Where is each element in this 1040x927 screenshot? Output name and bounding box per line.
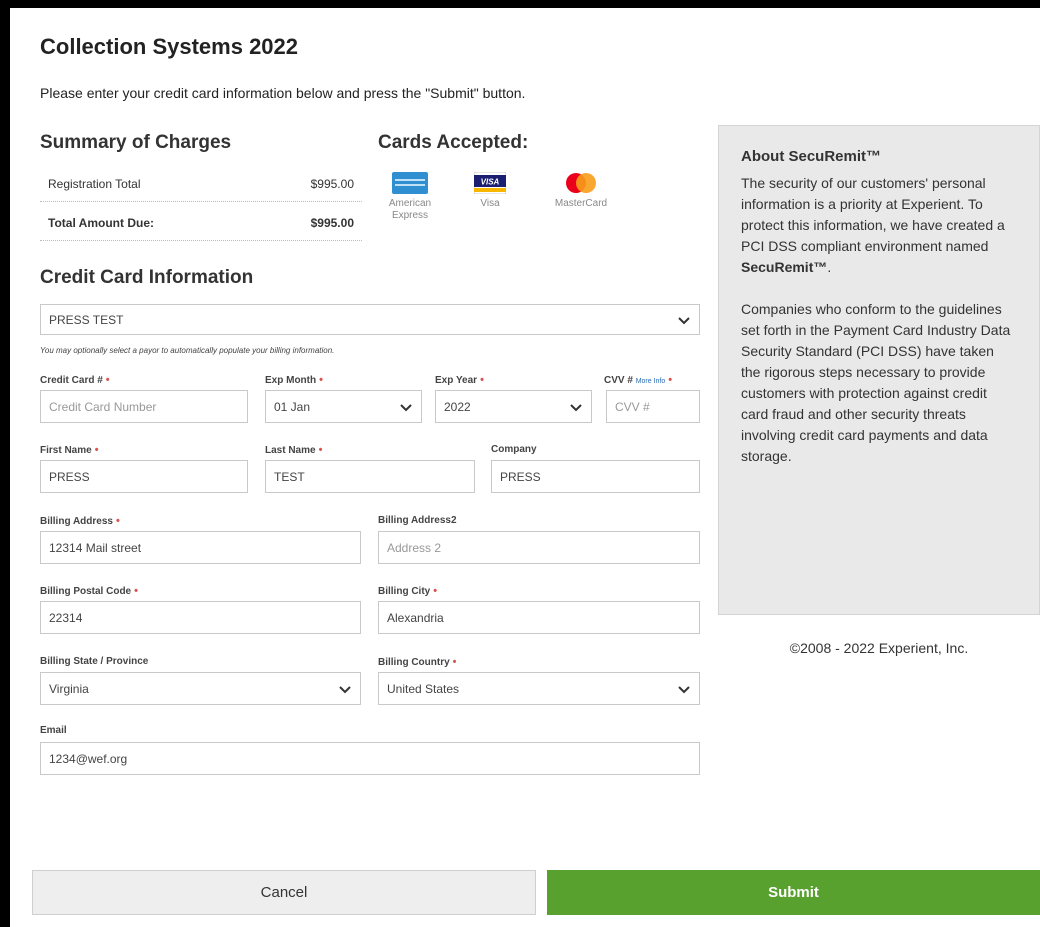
company-label: Company bbox=[491, 444, 537, 455]
exp-month-value: 01 Jan bbox=[274, 399, 311, 414]
summary-label: Total Amount Due: bbox=[48, 216, 154, 230]
summary-row-total: Total Amount Due: $995.00 bbox=[40, 205, 362, 241]
company-input[interactable]: PRESS bbox=[491, 460, 700, 493]
billing-country-select[interactable]: United States bbox=[378, 672, 700, 705]
payment-page: Collection Systems 2022 Please enter you… bbox=[10, 8, 1040, 927]
summary-heading: Summary of Charges bbox=[40, 132, 232, 153]
card-amex: American Express bbox=[380, 172, 440, 222]
chevron-down-icon bbox=[339, 685, 351, 693]
last-name-label: Last Name • bbox=[265, 444, 323, 456]
billing-address-label: Billing Address • bbox=[40, 515, 120, 527]
card-name: MasterCard bbox=[554, 198, 608, 209]
about-paragraph-2: Companies who conform to the guidelines … bbox=[741, 301, 1011, 464]
exp-year-value: 2022 bbox=[444, 399, 471, 414]
billing-address-input[interactable]: 12314 Mail street bbox=[40, 531, 361, 564]
card-mastercard: MasterCard bbox=[545, 172, 617, 210]
payor-select[interactable]: PRESS TEST bbox=[40, 304, 700, 335]
billing-address2-label: Billing Address2 bbox=[378, 515, 457, 526]
billing-postal-input[interactable]: 22314 bbox=[40, 601, 361, 634]
about-paragraph-1: The security of our customers' personal … bbox=[741, 175, 1005, 275]
exp-month-label: Exp Month • bbox=[265, 374, 323, 386]
billing-postal-label: Billing Postal Code • bbox=[40, 585, 138, 597]
billing-address2-input[interactable]: Address 2 bbox=[378, 531, 700, 564]
submit-button[interactable]: Submit bbox=[547, 870, 1040, 915]
chevron-down-icon bbox=[678, 685, 690, 693]
email-input[interactable]: 1234@wef.org bbox=[40, 742, 700, 775]
billing-country-label: Billing Country • bbox=[378, 656, 457, 668]
billing-country-value: United States bbox=[387, 681, 460, 696]
cvv-input[interactable]: CVV # bbox=[606, 390, 700, 423]
chevron-down-icon bbox=[678, 316, 690, 324]
billing-state-value: Virginia bbox=[49, 681, 89, 696]
about-heading: About SecuRemit™ bbox=[741, 148, 882, 165]
copyright-text: ©2008 - 2022 Experient, Inc. bbox=[789, 640, 969, 656]
billing-city-input[interactable]: Alexandria bbox=[378, 601, 700, 634]
mastercard-card-icon bbox=[566, 173, 596, 193]
chevron-down-icon bbox=[570, 403, 582, 411]
first-name-input[interactable]: PRESS bbox=[40, 460, 248, 493]
last-name-input[interactable]: TEST bbox=[265, 460, 475, 493]
card-name: Visa bbox=[480, 198, 500, 209]
svg-text:VISA: VISA bbox=[481, 178, 500, 187]
payor-hint: You may optionally select a payor to aut… bbox=[40, 346, 335, 355]
payor-value: PRESS TEST bbox=[49, 312, 124, 327]
billing-state-label: Billing State / Province bbox=[40, 656, 149, 667]
securemit-name: SecuRemit™ bbox=[741, 259, 828, 275]
summary-value: $995.00 bbox=[310, 177, 354, 191]
card-number-label: Credit Card # • bbox=[40, 374, 110, 386]
card-visa: VISA Visa bbox=[465, 172, 515, 210]
exp-month-select[interactable]: 01 Jan bbox=[265, 390, 422, 423]
summary-value: $995.00 bbox=[310, 216, 354, 230]
cards-heading: Cards Accepted: bbox=[378, 132, 529, 153]
credit-card-info-heading: Credit Card Information bbox=[40, 267, 254, 288]
first-name-label: First Name • bbox=[40, 444, 99, 456]
email-label: Email bbox=[40, 725, 67, 736]
card-number-input[interactable]: Credit Card Number bbox=[40, 390, 248, 423]
amex-card-icon bbox=[392, 172, 428, 194]
cvv-label: CVV # More Info • bbox=[604, 374, 673, 386]
exp-year-label: Exp Year • bbox=[435, 374, 484, 386]
exp-year-select[interactable]: 2022 bbox=[435, 390, 592, 423]
chevron-down-icon bbox=[400, 403, 412, 411]
billing-city-label: Billing City • bbox=[378, 585, 438, 597]
about-securemit-panel: About SecuRemit™ The security of our cus… bbox=[718, 125, 1040, 615]
visa-card-icon: VISA bbox=[474, 172, 506, 194]
cancel-button[interactable]: Cancel bbox=[32, 870, 536, 915]
intro-text: Please enter your credit card informatio… bbox=[40, 85, 526, 101]
cvv-more-info-link[interactable]: More Info bbox=[636, 378, 666, 385]
billing-state-select[interactable]: Virginia bbox=[40, 672, 361, 705]
summary-row-registration: Registration Total $995.00 bbox=[40, 170, 362, 202]
page-title: Collection Systems 2022 bbox=[40, 34, 299, 59]
card-name: American Express bbox=[388, 198, 432, 221]
summary-label: Registration Total bbox=[48, 177, 141, 191]
